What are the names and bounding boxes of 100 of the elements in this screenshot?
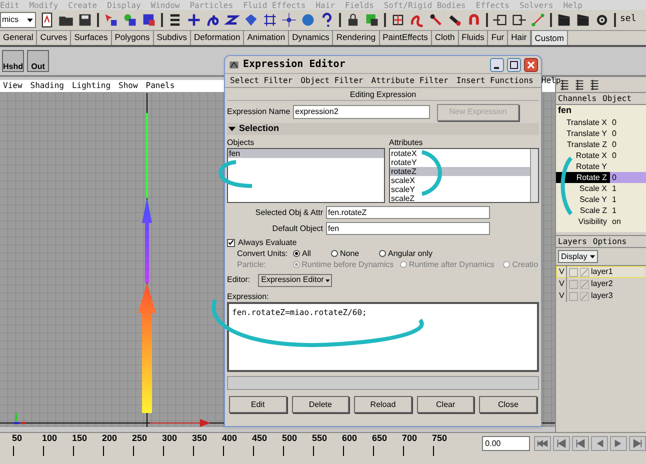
channel-value[interactable]: 1 xyxy=(610,205,646,216)
shelf-tab[interactable]: Cloth xyxy=(432,30,459,45)
select-icon[interactable] xyxy=(103,12,119,28)
shelf-tab[interactable]: PaintEffects xyxy=(380,30,432,45)
step-back-icon[interactable] xyxy=(553,436,570,451)
channel-name[interactable]: Rotate X xyxy=(556,150,610,161)
shelf-tab[interactable]: Subdivs xyxy=(154,30,191,45)
shelf-tab[interactable]: Polygons xyxy=(112,30,154,45)
channel-name[interactable]: Translate Y xyxy=(556,128,610,139)
curve-icon[interactable] xyxy=(428,12,444,28)
channel-value[interactable]: 1 xyxy=(610,194,646,205)
network-icon[interactable] xyxy=(530,12,546,28)
panel-menu-item[interactable]: Panels xyxy=(146,80,175,92)
channel-name[interactable]: Translate X xyxy=(556,117,610,128)
sphere-icon[interactable] xyxy=(300,12,316,28)
shelf-tab[interactable]: Surfaces xyxy=(71,30,112,45)
expression-text-area[interactable]: fen.rotateZ=miao.rotateZ/60; xyxy=(227,302,539,372)
close-icon[interactable] xyxy=(524,58,538,72)
layer-row[interactable]: V layer1 xyxy=(556,266,646,278)
panel-menu-item[interactable]: Options xyxy=(592,236,627,248)
curve-icon[interactable] xyxy=(205,12,221,28)
list-item[interactable]: rotateZ xyxy=(390,167,530,176)
rewind-icon[interactable] xyxy=(534,436,551,451)
panel-menu-item[interactable]: Shading xyxy=(30,80,64,92)
clapperboard-icon[interactable] xyxy=(575,12,591,28)
menu-item[interactable]: Object Filter xyxy=(300,74,364,86)
panel-menu-item[interactable]: Channels xyxy=(558,92,597,104)
menu-item[interactable]: Insert Functions xyxy=(456,74,534,86)
shelf-tab[interactable]: Curves xyxy=(37,30,72,45)
grid-icon[interactable] xyxy=(390,12,406,28)
channel-name[interactable]: Scale Y xyxy=(556,194,610,205)
dialog-button[interactable]: Reload xyxy=(354,396,412,413)
shelf-tab[interactable]: Animation xyxy=(244,30,290,45)
document-icon[interactable] xyxy=(39,12,55,28)
shelf-tab[interactable]: Fluids xyxy=(458,30,488,45)
panel-menu-item[interactable]: View xyxy=(3,80,22,92)
scrollbar[interactable] xyxy=(530,149,538,202)
select-icon[interactable] xyxy=(141,12,157,28)
list-item[interactable]: scaleZ xyxy=(390,194,530,203)
shelf-tab[interactable]: Custom xyxy=(530,30,568,45)
channel-value[interactable]: 1 xyxy=(610,183,646,194)
panel-menu-item[interactable]: Show xyxy=(118,80,138,92)
output-icon[interactable] xyxy=(511,12,527,28)
layer-row[interactable]: V layer3 xyxy=(556,290,646,302)
menu-item[interactable]: Attribute Filter xyxy=(371,74,448,86)
play-icon[interactable] xyxy=(610,436,627,451)
shelf-tab[interactable]: General xyxy=(0,30,38,45)
channel-name[interactable]: Translate Z xyxy=(556,139,610,150)
channel-value[interactable]: 0 xyxy=(610,139,646,150)
mode-dropdown[interactable]: mics xyxy=(0,12,36,28)
panel-menu-item[interactable]: Layers xyxy=(558,236,587,248)
expression-name-field[interactable]: expression2 xyxy=(293,105,430,119)
maximize-icon[interactable] xyxy=(507,58,521,72)
grid-icon[interactable] xyxy=(262,12,278,28)
dropdown-arrow-icon[interactable] xyxy=(588,252,597,261)
dialog-button[interactable]: Edit xyxy=(229,396,287,413)
default-object-field[interactable]: fen xyxy=(326,222,490,235)
dialog-button[interactable]: Clear xyxy=(416,396,474,413)
shelf-tab[interactable]: Fur xyxy=(488,30,508,45)
channel-name[interactable]: Scale Z xyxy=(556,205,610,216)
dialog-button[interactable]: Close xyxy=(479,396,537,413)
shelf-button[interactable]: Out xyxy=(27,50,49,72)
channel-name[interactable]: Rotate Z xyxy=(556,172,610,183)
layout-icon[interactable] xyxy=(573,78,586,91)
menu-item[interactable]: Select Filter xyxy=(230,74,293,86)
slash-icon[interactable] xyxy=(580,268,589,276)
minimize-icon[interactable] xyxy=(490,58,504,72)
clapperboard-icon[interactable] xyxy=(556,12,572,28)
save-icon[interactable] xyxy=(77,12,93,28)
current-frame-field[interactable]: 0.00 xyxy=(482,436,530,451)
shelf-tab[interactable]: Deformation xyxy=(190,30,244,45)
shelf-tab[interactable]: Dynamics xyxy=(289,30,334,45)
menu-item[interactable]: Help xyxy=(541,74,561,86)
channel-value[interactable]: on xyxy=(610,216,646,227)
channel-value[interactable]: 0 xyxy=(610,150,646,161)
shelf-button[interactable]: Hshd xyxy=(2,50,24,72)
settings-icon[interactable] xyxy=(594,12,610,28)
expand-arrow-icon[interactable] xyxy=(227,124,237,134)
list-item[interactable]: scaleX xyxy=(390,176,530,185)
channel-name[interactable]: Rotate Y xyxy=(556,161,610,172)
app-icon[interactable] xyxy=(228,58,240,70)
radio-button[interactable] xyxy=(293,250,300,257)
radio-button[interactable] xyxy=(379,250,386,257)
layer-display-dropdown[interactable]: Display xyxy=(558,250,598,263)
shelf-tab[interactable]: Rendering xyxy=(333,30,380,45)
step-back-icon[interactable] xyxy=(572,436,589,451)
input-icon[interactable] xyxy=(492,12,508,28)
dialog-button[interactable]: Delete xyxy=(292,396,350,413)
list-item[interactable]: rotateY xyxy=(390,158,530,167)
layer-row[interactable]: V layer2 xyxy=(556,278,646,290)
editor-dropdown[interactable]: Expression Editor xyxy=(258,274,332,286)
list-item[interactable]: rotateX xyxy=(390,149,530,158)
list-item[interactable]: scaleY xyxy=(390,185,530,194)
step-forward-icon[interactable] xyxy=(629,436,646,451)
panel-menu-item[interactable]: Lighting xyxy=(72,80,111,92)
channel-name[interactable]: Scale X xyxy=(556,183,610,194)
channel-value[interactable]: 0 xyxy=(610,117,646,128)
channel-name[interactable]: Visibility xyxy=(556,216,610,227)
panel-menu-item[interactable]: Object xyxy=(602,92,632,104)
selected-attribute-field[interactable]: fen.rotateZ xyxy=(326,206,490,219)
